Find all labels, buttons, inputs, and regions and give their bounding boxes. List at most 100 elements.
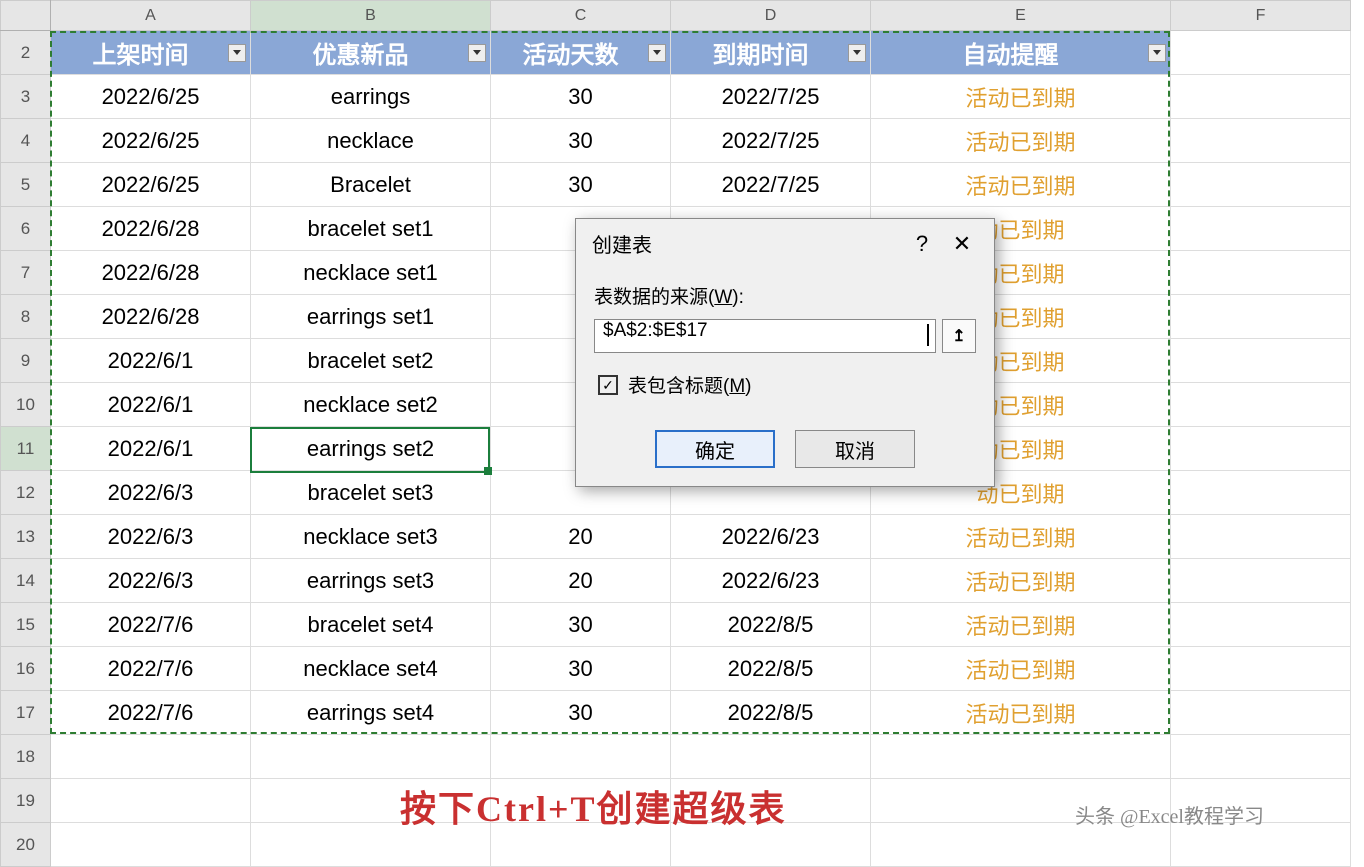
- cell[interactable]: 30: [491, 647, 671, 691]
- cell[interactable]: [1171, 207, 1351, 251]
- row-header[interactable]: 19: [1, 779, 51, 823]
- cell[interactable]: [1171, 603, 1351, 647]
- row-header[interactable]: 20: [1, 823, 51, 867]
- cell[interactable]: 活动已到期: [871, 603, 1171, 647]
- row-header[interactable]: 15: [1, 603, 51, 647]
- cell[interactable]: 2022/7/25: [671, 119, 871, 163]
- cell[interactable]: 自动提醒: [871, 31, 1171, 75]
- row-header[interactable]: 16: [1, 647, 51, 691]
- row-header[interactable]: 8: [1, 295, 51, 339]
- cell[interactable]: [251, 735, 491, 779]
- cell[interactable]: earrings: [251, 75, 491, 119]
- cell[interactable]: 20: [491, 559, 671, 603]
- cell[interactable]: Bracelet: [251, 163, 491, 207]
- cancel-button[interactable]: 取消: [795, 430, 915, 468]
- col-header-B[interactable]: B: [251, 1, 491, 31]
- col-header-F[interactable]: F: [1171, 1, 1351, 31]
- cell[interactable]: [1171, 691, 1351, 735]
- cell[interactable]: 2022/6/1: [51, 339, 251, 383]
- cell[interactable]: 2022/6/1: [51, 383, 251, 427]
- has-headers-checkbox[interactable]: ✓: [598, 375, 618, 395]
- cell[interactable]: 2022/8/5: [671, 647, 871, 691]
- filter-dropdown-icon[interactable]: [468, 44, 486, 62]
- ok-button[interactable]: 确定: [655, 430, 775, 468]
- cell[interactable]: 2022/6/28: [51, 251, 251, 295]
- collapse-dialog-icon[interactable]: ↥: [942, 319, 976, 353]
- cell[interactable]: 2022/8/5: [671, 603, 871, 647]
- col-header-A[interactable]: A: [51, 1, 251, 31]
- cell[interactable]: earrings set2: [251, 427, 491, 471]
- cell[interactable]: [1171, 427, 1351, 471]
- cell[interactable]: earrings set4: [251, 691, 491, 735]
- cell[interactable]: 30: [491, 691, 671, 735]
- cell[interactable]: 2022/6/23: [671, 559, 871, 603]
- cell[interactable]: [1171, 295, 1351, 339]
- cell[interactable]: 活动已到期: [871, 515, 1171, 559]
- cell[interactable]: bracelet set2: [251, 339, 491, 383]
- help-icon[interactable]: ?: [902, 231, 942, 257]
- filter-dropdown-icon[interactable]: [848, 44, 866, 62]
- row-header[interactable]: 12: [1, 471, 51, 515]
- cell[interactable]: 30: [491, 119, 671, 163]
- cell[interactable]: [491, 735, 671, 779]
- cell[interactable]: [1171, 251, 1351, 295]
- dialog-titlebar[interactable]: 创建表 ? ✕: [576, 219, 994, 264]
- row-header[interactable]: 9: [1, 339, 51, 383]
- cell[interactable]: [671, 735, 871, 779]
- row-header[interactable]: 5: [1, 163, 51, 207]
- row-header[interactable]: 14: [1, 559, 51, 603]
- cell[interactable]: 到期时间: [671, 31, 871, 75]
- row-header[interactable]: 6: [1, 207, 51, 251]
- cell[interactable]: 2022/8/5: [671, 691, 871, 735]
- cell[interactable]: necklace: [251, 119, 491, 163]
- row-header[interactable]: 13: [1, 515, 51, 559]
- cell[interactable]: 活动已到期: [871, 163, 1171, 207]
- filter-dropdown-icon[interactable]: [228, 44, 246, 62]
- cell[interactable]: [1171, 163, 1351, 207]
- cell[interactable]: necklace set3: [251, 515, 491, 559]
- cell[interactable]: 2022/7/6: [51, 647, 251, 691]
- cell[interactable]: [1171, 735, 1351, 779]
- cell[interactable]: 2022/7/25: [671, 75, 871, 119]
- cell[interactable]: [1171, 339, 1351, 383]
- cell[interactable]: 活动已到期: [871, 559, 1171, 603]
- cell[interactable]: 30: [491, 603, 671, 647]
- cell[interactable]: [51, 779, 251, 823]
- cell[interactable]: 活动天数: [491, 31, 671, 75]
- row-header[interactable]: 17: [1, 691, 51, 735]
- cell[interactable]: [1171, 383, 1351, 427]
- cell[interactable]: 2022/6/25: [51, 119, 251, 163]
- cell[interactable]: 2022/7/6: [51, 691, 251, 735]
- cell[interactable]: earrings set3: [251, 559, 491, 603]
- cell[interactable]: 2022/7/25: [671, 163, 871, 207]
- cell[interactable]: 2022/6/28: [51, 295, 251, 339]
- cell[interactable]: [1171, 471, 1351, 515]
- cell[interactable]: bracelet set1: [251, 207, 491, 251]
- col-header-C[interactable]: C: [491, 1, 671, 31]
- cell[interactable]: [871, 735, 1171, 779]
- cell[interactable]: 2022/6/25: [51, 75, 251, 119]
- cell[interactable]: [1171, 119, 1351, 163]
- filter-dropdown-icon[interactable]: [1148, 44, 1166, 62]
- cell[interactable]: [871, 823, 1171, 867]
- cell[interactable]: 2022/6/25: [51, 163, 251, 207]
- cell[interactable]: [1171, 515, 1351, 559]
- cell[interactable]: necklace set2: [251, 383, 491, 427]
- cell[interactable]: [51, 823, 251, 867]
- cell[interactable]: 活动已到期: [871, 691, 1171, 735]
- cell[interactable]: 2022/6/1: [51, 427, 251, 471]
- row-header[interactable]: 7: [1, 251, 51, 295]
- cell[interactable]: 30: [491, 75, 671, 119]
- cell[interactable]: 2022/6/23: [671, 515, 871, 559]
- cell[interactable]: 优惠新品: [251, 31, 491, 75]
- cell[interactable]: [1171, 647, 1351, 691]
- row-header[interactable]: 18: [1, 735, 51, 779]
- cell[interactable]: 活动已到期: [871, 75, 1171, 119]
- filter-dropdown-icon[interactable]: [648, 44, 666, 62]
- cell[interactable]: 2022/6/3: [51, 471, 251, 515]
- col-header-E[interactable]: E: [871, 1, 1171, 31]
- cell[interactable]: 活动已到期: [871, 119, 1171, 163]
- cell[interactable]: 上架时间: [51, 31, 251, 75]
- col-header-D[interactable]: D: [671, 1, 871, 31]
- cell[interactable]: bracelet set3: [251, 471, 491, 515]
